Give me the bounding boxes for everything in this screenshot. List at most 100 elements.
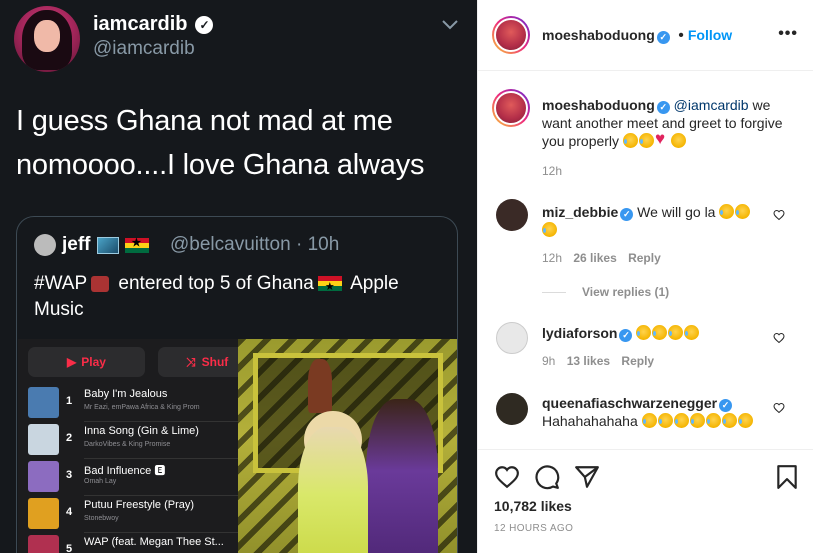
- verified-badge-icon: ✓: [656, 101, 670, 114]
- verified-badge-icon: ✓: [620, 208, 634, 221]
- song-row: 5 WAP (feat. Megan Thee St...: [28, 533, 238, 553]
- joy-emoji-icon: [641, 413, 657, 428]
- comment-like-heart-icon[interactable]: [773, 209, 785, 221]
- save-bookmark-icon[interactable]: [774, 464, 800, 490]
- dancer-emoji-icon: [91, 275, 110, 292]
- author-avatar[interactable]: [492, 16, 530, 54]
- more-options-icon[interactable]: •••: [778, 25, 798, 43]
- commenter-avatar[interactable]: [496, 322, 528, 354]
- post-actions: 10,782 likes 12 HOURS AGO: [478, 449, 813, 553]
- comment-text: Hahahahahaha: [542, 413, 642, 429]
- commenter-avatar[interactable]: [496, 199, 528, 231]
- comment-username[interactable]: miz_debbie: [542, 204, 618, 220]
- comment-meta: 12h 26 likes Reply: [542, 251, 661, 265]
- shuffle-button: ⤨ Shuf: [158, 347, 248, 377]
- song-rank: 1: [66, 395, 73, 407]
- tweet-text: I guess Ghana not mad at me nomoooo....I…: [16, 105, 425, 181]
- song-rank: 5: [66, 543, 73, 553]
- comment-time: 12h: [542, 251, 563, 265]
- shuffle-label: Shuf: [201, 355, 229, 369]
- song-artist: DarkoVibes & King Promise: [84, 441, 171, 448]
- comment-like-heart-icon[interactable]: [773, 402, 785, 414]
- post-timestamp: 12 HOURS AGO: [494, 523, 574, 534]
- tweet-author-handle: @iamcardib: [93, 38, 195, 59]
- song-rank: 3: [66, 469, 73, 481]
- comment-likes[interactable]: 26 likes: [573, 251, 616, 265]
- joy-emoji-icon: [705, 413, 721, 428]
- caption-mention[interactable]: @iamcardib: [674, 97, 749, 113]
- verified-badge-icon: ✓: [195, 15, 214, 34]
- album-art: [28, 498, 59, 529]
- song-row: 3 Bad Influence 🅴 Omah Lay: [28, 459, 238, 496]
- song-artist: Stonebwoy: [84, 515, 119, 522]
- replies-divider: [542, 291, 566, 293]
- like-heart-icon[interactable]: [494, 464, 520, 490]
- comment-like-heart-icon[interactable]: [773, 332, 785, 344]
- quoted-author-avatar: [34, 234, 56, 256]
- follow-button[interactable]: Follow: [688, 27, 732, 43]
- reply-button[interactable]: Reply: [621, 354, 654, 368]
- likes-count[interactable]: 10,782 likes: [494, 498, 572, 514]
- song-row: 1 Baby I'm Jealous Mr Eazi, emPawa Africa …: [28, 385, 238, 422]
- joy-emoji-icon: [636, 325, 652, 340]
- comment-likes[interactable]: 13 likes: [567, 354, 610, 368]
- shuffle-icon: ⤨: [186, 354, 196, 369]
- joy-emoji-icon: [673, 413, 689, 428]
- view-replies-button[interactable]: View replies (1): [542, 285, 669, 299]
- song-rank: 4: [66, 506, 73, 518]
- ghana-flag-icon: [124, 236, 149, 253]
- view-replies-label[interactable]: View replies (1): [582, 285, 669, 299]
- album-art: [28, 387, 59, 418]
- art-emoji-icon: [96, 236, 119, 254]
- joy-emoji-icon: [684, 325, 700, 340]
- caption-time: 12h: [542, 164, 563, 178]
- comment-username[interactable]: lydiaforson: [542, 325, 617, 341]
- song-row: 4 Putuu Freestyle (Pray) Stonebwoy: [28, 496, 238, 533]
- ghana-flag-icon: [317, 274, 342, 300]
- quoted-author-name-text: jeff: [62, 234, 91, 255]
- song-title: Inna Song (Gin & Lime): [84, 425, 199, 437]
- comment: miz_debbie ✓ We will go la: [542, 203, 764, 239]
- heart-emoji-icon: [655, 130, 670, 148]
- song-artist: Omah Lay: [84, 478, 117, 485]
- album-art: [28, 424, 59, 455]
- share-paper-plane-icon[interactable]: [574, 464, 600, 490]
- verified-badge-icon: ✓: [656, 31, 670, 44]
- chevron-down-icon: [442, 20, 458, 30]
- play-label: Play: [81, 355, 106, 369]
- comment: queenafiaschwarzenegger ✓ Hahahahahaha: [542, 394, 774, 430]
- song-title: Bad Influence 🅴: [84, 465, 166, 477]
- reply-button[interactable]: Reply: [628, 251, 661, 265]
- verified-badge-icon: ✓: [719, 399, 733, 412]
- joy-emoji-icon: [652, 325, 668, 340]
- post-header: moeshaboduong ✓ • Follow •••: [478, 0, 813, 71]
- song-title: Putuu Freestyle (Pray): [84, 499, 195, 511]
- music-video-still: [238, 339, 457, 553]
- play-button: ▶ Play: [28, 347, 145, 377]
- quoted-author-name: jeff: [62, 234, 149, 256]
- comment-bubble-icon[interactable]: [534, 464, 560, 490]
- rofl-emoji-icon: [638, 133, 654, 148]
- commenter-avatar[interactable]: [496, 393, 528, 425]
- tweet-author-name: iamcardib ✓: [93, 13, 214, 36]
- post-media[interactable]: iamcardib ✓ @iamcardib I guess Ghana not…: [0, 0, 477, 553]
- joy-emoji-icon: [689, 413, 705, 428]
- song-title: WAP (feat. Megan Thee St...: [84, 536, 224, 548]
- joy-emoji-icon: [668, 325, 684, 340]
- joy-emoji-icon: [719, 204, 735, 219]
- post-side-panel: moeshaboduong ✓ • Follow ••• moeshaboduong…: [477, 0, 813, 553]
- song-title: Baby I'm Jealous: [84, 388, 168, 400]
- author-username[interactable]: moeshaboduong: [542, 27, 655, 43]
- rofl-emoji-icon: [622, 133, 638, 148]
- song-rank: 2: [66, 432, 73, 444]
- joy-emoji-icon: [737, 413, 753, 428]
- joy-emoji-icon: [542, 222, 557, 237]
- quoted-author-handle: @belcavuitton · 10h: [170, 234, 340, 255]
- quoted-text-hashtag: #WAP: [34, 273, 88, 294]
- verified-badge-icon: ✓: [619, 329, 633, 342]
- caption-username[interactable]: moeshaboduong: [542, 97, 655, 113]
- comment-username[interactable]: queenafiaschwarzenegger: [542, 395, 717, 411]
- caption-author-avatar[interactable]: [492, 89, 530, 127]
- play-icon: ▶: [67, 355, 77, 369]
- tweet-author-name-text: iamcardib: [93, 13, 188, 35]
